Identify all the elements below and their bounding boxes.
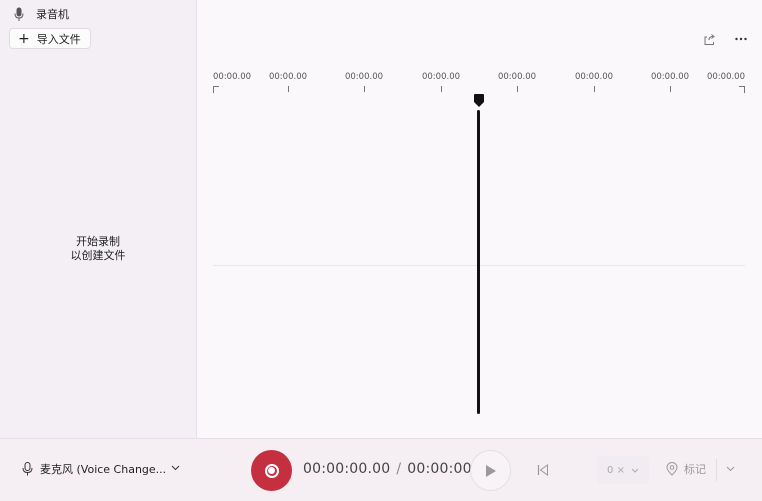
tick-mark [288, 86, 289, 92]
tick-label: 00:00.00 [497, 72, 537, 82]
current-time: 00:00:00.00 [303, 461, 391, 477]
plus-icon: + [18, 30, 30, 47]
timeline-ruler: 00:00.00 00:00.00 00:00.00 00:00.00 00:0… [213, 70, 745, 94]
add-marker-button[interactable]: 标记 [666, 461, 706, 477]
tick-label: 00:00.00 [268, 72, 308, 82]
divider [716, 459, 717, 481]
chevron-down-icon [631, 468, 639, 473]
marker-label: 标记 [684, 463, 706, 476]
location-pin-icon [666, 462, 678, 476]
empty-state-line-2: 以创建文件 [70, 249, 126, 262]
more-options-icon[interactable] [734, 32, 748, 46]
empty-state-line-1: 开始录制 [76, 235, 120, 248]
playhead-line[interactable] [477, 110, 480, 414]
tick-label: 00:00.00 [344, 72, 384, 82]
chevron-down-icon [171, 465, 181, 473]
waveform-area: 00:00.00 00:00.00 00:00.00 00:00.00 00:0… [197, 0, 762, 438]
ruler-corner-right [739, 86, 745, 93]
record-button[interactable] [251, 450, 292, 491]
empty-state-message: 开始录制 以创建文件 [0, 235, 196, 263]
time-display: 00:00:00.00 / 00:00:00 [303, 461, 472, 477]
play-button[interactable] [470, 450, 511, 491]
ruler-corner-left [213, 86, 219, 93]
chevron-down-icon[interactable] [726, 466, 736, 474]
tick-mark [364, 86, 365, 92]
app-title: 录音机 [36, 8, 69, 21]
play-icon [485, 464, 496, 477]
microphone-icon [22, 462, 34, 476]
skip-back-icon [537, 464, 548, 476]
total-time: 00:00:00 [407, 461, 472, 477]
title-bar: 录音机 [0, 0, 69, 28]
tick-mark [594, 86, 595, 92]
tick-mark [670, 86, 671, 92]
microphone-select[interactable]: 麦克风 (Voice Change... [22, 461, 181, 477]
tick-label: 00:00.00 [574, 72, 614, 82]
top-actions [702, 32, 748, 46]
speed-value: 0 × [607, 464, 625, 476]
microphone-app-icon [12, 6, 26, 22]
tick-label: 00:00.00 [213, 72, 252, 82]
record-icon [264, 463, 279, 478]
microphone-label: 麦克风 (Voice Change... [40, 463, 167, 476]
import-file-button[interactable]: + 导入文件 [9, 28, 91, 49]
playback-speed-select[interactable]: 0 × [597, 456, 649, 484]
skip-back-button[interactable] [536, 463, 550, 477]
share-icon[interactable] [702, 32, 716, 46]
tick-label: 00:00.00 [650, 72, 690, 82]
sidebar: 录音机 + 导入文件 开始录制 以创建文件 [0, 0, 197, 438]
time-separator: / [396, 461, 402, 477]
transport-bar: 麦克风 (Voice Change... 00:00:00.00 / 00:00… [0, 438, 762, 501]
import-file-label: 导入文件 [36, 32, 81, 46]
tick-mark [441, 86, 442, 92]
tick-mark [517, 86, 518, 92]
tick-label: 00:00.00 [706, 72, 745, 82]
playhead-handle[interactable] [474, 92, 484, 107]
tick-label: 00:00.00 [421, 72, 461, 82]
